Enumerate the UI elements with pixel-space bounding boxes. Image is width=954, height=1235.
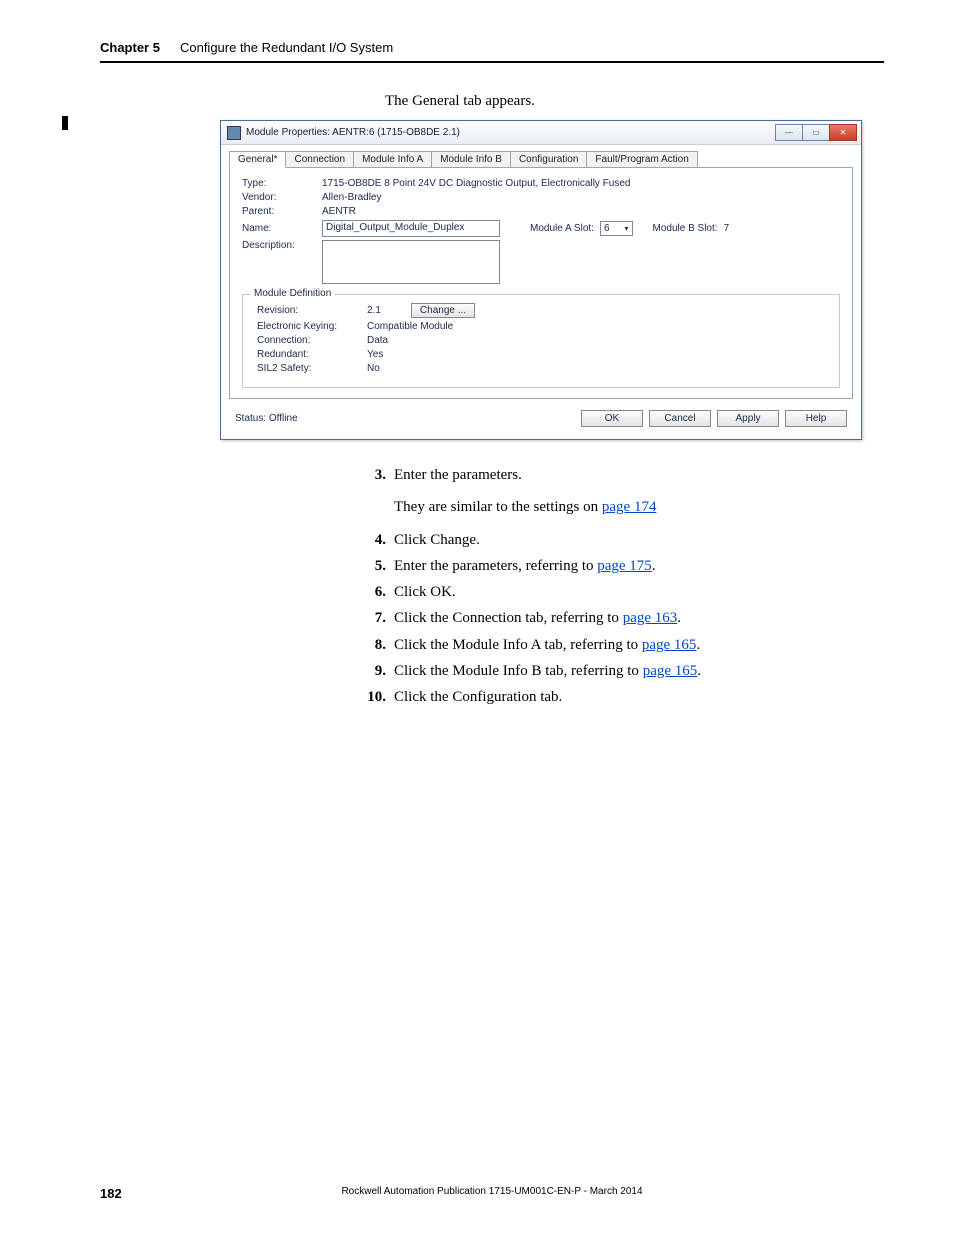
step-7: 7. Click the Connection tab, referring t…	[360, 605, 884, 631]
step-number: 3.	[360, 462, 386, 488]
close-button[interactable]: ✕	[829, 124, 857, 141]
step-number: 4.	[360, 527, 386, 553]
link-page-174[interactable]: page 174	[602, 499, 657, 515]
type-label: Type:	[242, 178, 322, 189]
status-label: Status: Offline	[235, 413, 298, 424]
keying-value: Compatible Module	[367, 321, 453, 332]
sil2-value: No	[367, 363, 380, 374]
app-icon	[227, 126, 241, 140]
apply-button[interactable]: Apply	[717, 410, 779, 427]
step-number: 10.	[360, 684, 386, 710]
page-header: Chapter 5 Configure the Redundant I/O Sy…	[100, 40, 884, 63]
dialog-bottom-row: Status: Offline OK Cancel Apply Help	[221, 400, 861, 439]
tab-module-info-b[interactable]: Module Info B	[431, 151, 511, 168]
module-a-slot-select[interactable]: 6	[600, 221, 633, 236]
tab-module-info-a[interactable]: Module Info A	[353, 151, 432, 168]
parent-label: Parent:	[242, 206, 322, 217]
link-page-175[interactable]: page 175	[597, 558, 652, 574]
module-b-slot-value: 7	[724, 223, 730, 234]
redundant-value: Yes	[367, 349, 383, 360]
step-10: 10. Click the Configuration tab.	[360, 684, 884, 710]
step-9: 9. Click the Module Info B tab, referrin…	[360, 658, 884, 684]
connection-label: Connection:	[257, 335, 367, 346]
cancel-button[interactable]: Cancel	[649, 410, 711, 427]
maximize-button[interactable]: ▭	[802, 124, 830, 141]
link-page-163[interactable]: page 163	[623, 610, 678, 626]
sil2-label: SIL2 Safety:	[257, 363, 367, 374]
page-footer: 182 Rockwell Automation Publication 1715…	[100, 1186, 884, 1201]
module-a-slot-label: Module A Slot:	[530, 223, 594, 234]
link-page-165a[interactable]: page 165	[642, 637, 697, 653]
vendor-value: Allen-Bradley	[322, 192, 381, 203]
step-3: 3. Enter the parameters.	[360, 462, 884, 488]
module-properties-dialog: Module Properties: AENTR:6 (1715-OB8DE 2…	[220, 120, 862, 440]
page-number: 182	[100, 1186, 122, 1201]
help-button[interactable]: Help	[785, 410, 847, 427]
step-number: 7.	[360, 605, 386, 631]
minimize-button[interactable]: —	[775, 124, 803, 141]
chapter-title: Configure the Redundant I/O System	[180, 40, 393, 55]
general-pane: Type: 1715-OB8DE 8 Point 24V DC Diagnost…	[229, 167, 853, 399]
revision-value: 2.1	[367, 305, 381, 316]
step-number: 9.	[360, 658, 386, 684]
keying-label: Electronic Keying:	[257, 321, 367, 332]
instructions: 3. Enter the parameters. They are simila…	[360, 462, 884, 710]
ok-button[interactable]: OK	[581, 410, 643, 427]
link-page-165b[interactable]: page 165	[643, 663, 698, 679]
tab-configuration[interactable]: Configuration	[510, 151, 587, 168]
redundant-label: Redundant:	[257, 349, 367, 360]
change-bar-marker	[62, 116, 68, 130]
step-number: 8.	[360, 632, 386, 658]
tab-general[interactable]: General*	[229, 151, 286, 168]
dialog-title-text: Module Properties: AENTR:6 (1715-OB8DE 2…	[246, 127, 460, 138]
dialog-title-bar[interactable]: Module Properties: AENTR:6 (1715-OB8DE 2…	[221, 121, 861, 145]
description-label: Description:	[242, 240, 322, 251]
connection-value: Data	[367, 335, 388, 346]
chapter-label: Chapter 5	[100, 40, 160, 55]
revision-label: Revision:	[257, 305, 367, 316]
step-5: 5. Enter the parameters, referring to pa…	[360, 553, 884, 579]
figure-caption: The General tab appears.	[385, 93, 884, 110]
step-number: 5.	[360, 553, 386, 579]
step-8: 8. Click the Module Info A tab, referrin…	[360, 632, 884, 658]
window-controls: — ▭ ✕	[776, 124, 857, 141]
name-input[interactable]: Digital_Output_Module_Duplex	[322, 220, 500, 237]
step-6: 6. Click OK.	[360, 579, 884, 605]
tab-connection[interactable]: Connection	[285, 151, 354, 168]
description-textarea[interactable]	[322, 240, 500, 284]
type-value: 1715-OB8DE 8 Point 24V DC Diagnostic Out…	[322, 178, 631, 189]
change-button[interactable]: Change ...	[411, 303, 475, 318]
parent-value: AENTR	[322, 206, 356, 217]
step-3-subtext: They are similar to the settings on page…	[394, 494, 884, 520]
module-b-slot-label: Module B Slot:	[653, 223, 718, 234]
step-number: 6.	[360, 579, 386, 605]
module-definition-group: Module Definition Revision: 2.1 Change .…	[242, 294, 840, 388]
step-4: 4. Click Change.	[360, 527, 884, 553]
name-label: Name:	[242, 223, 322, 234]
publication-info: Rockwell Automation Publication 1715-UM0…	[341, 1186, 642, 1197]
tab-fault-program-action[interactable]: Fault/Program Action	[586, 151, 697, 168]
tab-row: General* Connection Module Info A Module…	[221, 145, 861, 168]
module-definition-legend: Module Definition	[251, 288, 334, 299]
vendor-label: Vendor:	[242, 192, 322, 203]
